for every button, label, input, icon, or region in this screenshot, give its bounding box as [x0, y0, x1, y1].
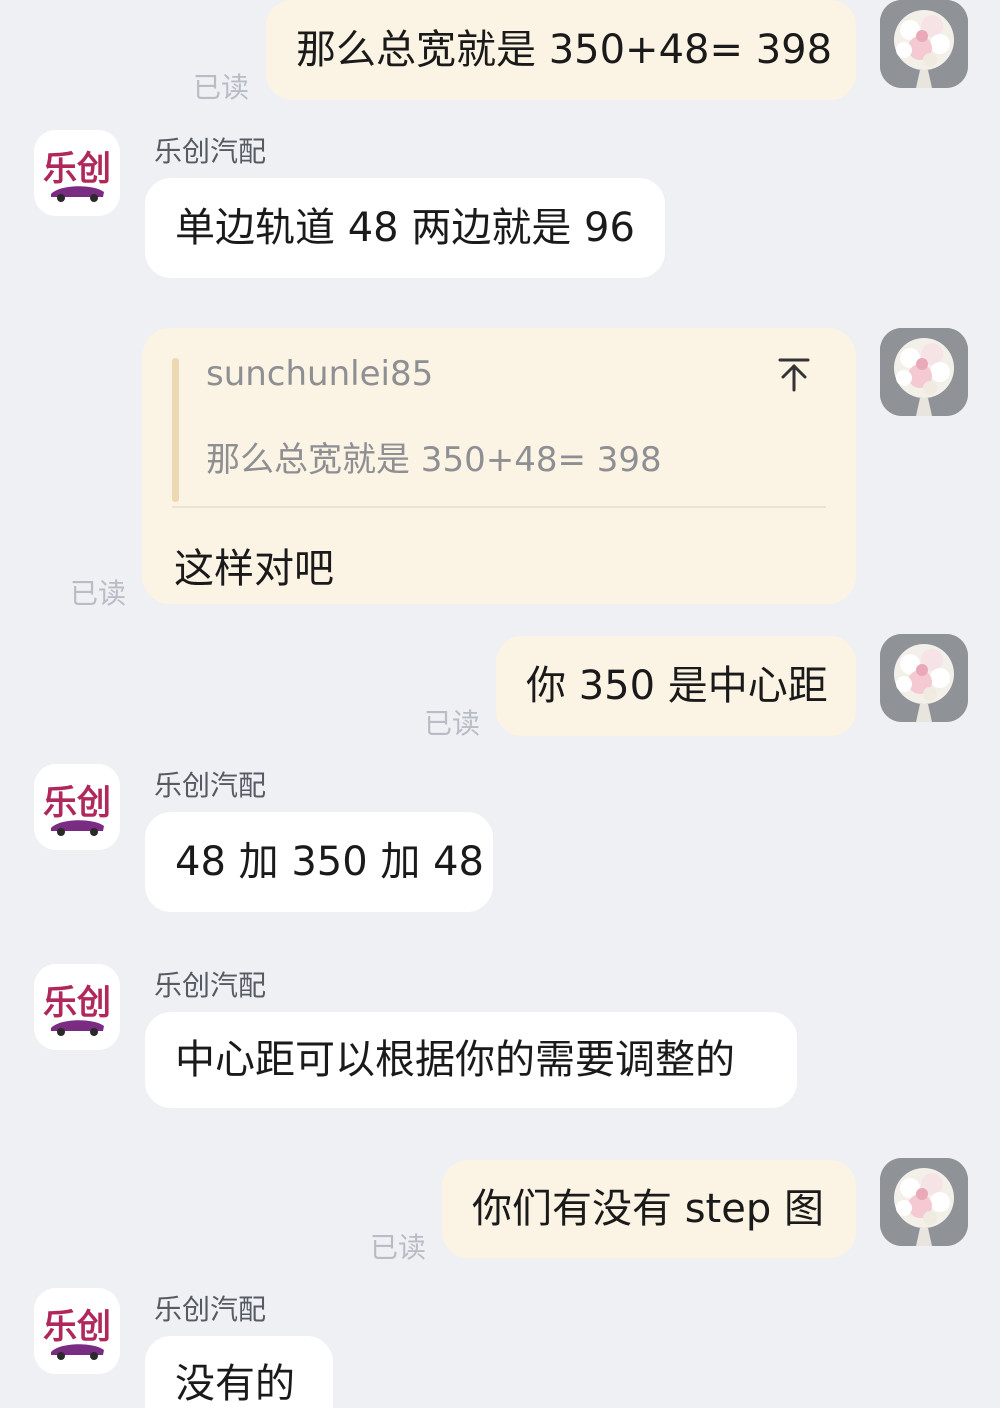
- user-avatar[interactable]: [880, 328, 968, 416]
- sender-name: 乐创汽配: [154, 135, 267, 168]
- message-bubble-incoming[interactable]: 中心距可以根据你的需要调整的: [145, 1012, 797, 1108]
- message-text: 你们有没有 step 图: [472, 1186, 824, 1232]
- read-status: 已读: [370, 1231, 427, 1264]
- message-text: 你 350 是中心距: [526, 663, 828, 709]
- message-bubble-incoming[interactable]: 单边轨道 48 两边就是 96: [145, 178, 665, 278]
- shop-avatar[interactable]: [34, 1288, 120, 1374]
- read-status: 已读: [193, 71, 250, 104]
- shop-avatar[interactable]: [34, 130, 120, 216]
- sender-name: 乐创汽配: [154, 1293, 267, 1326]
- message-text: 中心距可以根据你的需要调整的: [175, 1037, 735, 1083]
- quote-text: 那么总宽就是 350+48= 398: [206, 440, 662, 480]
- message-text: 那么总宽就是 350+48= 398: [296, 27, 833, 73]
- user-avatar[interactable]: [880, 634, 968, 722]
- quote-reply-bubble[interactable]: sunchunlei85 那么总宽就是 350+48= 398 这样对吧: [142, 328, 856, 604]
- message-text: 单边轨道 48 两边就是 96: [175, 205, 635, 251]
- sender-name: 乐创汽配: [154, 969, 267, 1002]
- message-text: 这样对吧: [174, 546, 334, 592]
- message-bubble-outgoing[interactable]: 那么总宽就是 350+48= 398: [266, 0, 856, 100]
- shop-avatar[interactable]: [34, 964, 120, 1050]
- sender-name: 乐创汽配: [154, 769, 267, 802]
- read-status: 已读: [70, 577, 127, 610]
- message-bubble-incoming[interactable]: 48 加 350 加 48: [145, 812, 493, 912]
- shop-avatar[interactable]: [34, 764, 120, 850]
- message-text: 没有的: [175, 1361, 295, 1407]
- read-status: 已读: [424, 707, 481, 740]
- arrow-up-to-top-icon[interactable]: [774, 354, 814, 394]
- message-bubble-outgoing[interactable]: 你 350 是中心距: [496, 636, 856, 736]
- message-text: 48 加 350 加 48: [175, 839, 485, 885]
- message-bubble-incoming[interactable]: 没有的: [145, 1336, 333, 1408]
- quote-author: sunchunlei85: [206, 354, 434, 394]
- user-avatar[interactable]: [880, 0, 968, 88]
- chat-thread: 那么总宽就是 350+48= 398 已读 乐创汽配 单边轨道 48 两边就是 …: [0, 0, 1000, 1408]
- quote-divider: [172, 506, 826, 508]
- message-bubble-outgoing[interactable]: 你们有没有 step 图: [442, 1160, 856, 1258]
- quote-bar: [172, 358, 179, 502]
- user-avatar[interactable]: [880, 1158, 968, 1246]
